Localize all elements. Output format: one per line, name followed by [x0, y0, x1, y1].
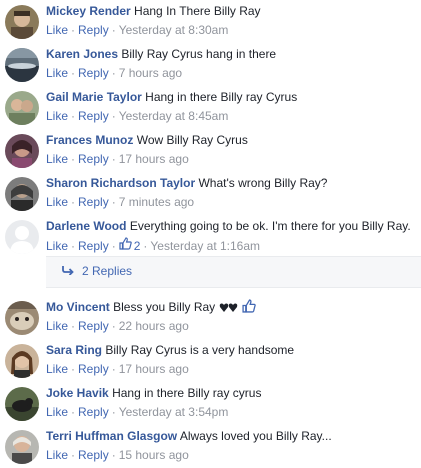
- like-link[interactable]: Like: [46, 448, 68, 462]
- comment-timestamp[interactable]: Yesterday at 3:54pm: [119, 405, 229, 419]
- comment-item: Karen Jones Billy Ray Cyrus hang in ther…: [0, 43, 421, 86]
- like-count-badge[interactable]: 2: [119, 237, 140, 254]
- comment-text: Hang in there Billy ray cyrus: [112, 386, 262, 400]
- comment-timestamp[interactable]: 7 minutes ago: [119, 195, 194, 209]
- reply-link[interactable]: Reply: [78, 239, 109, 253]
- avatar[interactable]: [5, 5, 39, 39]
- comment-item: Darlene Wood Everything going to be ok. …: [0, 215, 421, 258]
- separator-dot: ·: [71, 66, 76, 80]
- comment-item: Mo Vincent Bless you Billy Ray Like · Repl…: [0, 296, 421, 339]
- comment-text: Always loved you Billy Ray...: [179, 429, 332, 443]
- comment-item: Joke Havik Hang in there Billy ray cyrus…: [0, 382, 421, 425]
- separator-dot: ·: [111, 66, 116, 80]
- separator-dot: ·: [143, 239, 148, 253]
- comment-author[interactable]: Darlene Wood: [46, 219, 126, 233]
- separator-dot: ·: [71, 448, 76, 462]
- comment-timestamp[interactable]: Yesterday at 8:30am: [119, 23, 229, 37]
- comment-text: Hang in there Billy ray Cyrus: [145, 90, 298, 104]
- reply-link[interactable]: Reply: [78, 195, 109, 209]
- like-link[interactable]: Like: [46, 195, 68, 209]
- separator-dot: ·: [111, 448, 116, 462]
- like-link[interactable]: Like: [46, 362, 68, 376]
- separator-dot: ·: [111, 23, 116, 37]
- hearts-emoji-icon: [219, 301, 239, 313]
- comment-text: Billy Ray Cyrus is a very handsome: [105, 343, 295, 357]
- separator-dot: ·: [71, 195, 76, 209]
- separator-dot: ·: [111, 405, 116, 419]
- comment-text: Bless you Billy Ray: [113, 300, 216, 314]
- separator-dot: ·: [111, 109, 116, 123]
- reply-link[interactable]: Reply: [78, 362, 109, 376]
- like-link[interactable]: Like: [46, 152, 68, 166]
- like-link[interactable]: Like: [46, 109, 68, 123]
- separator-dot: ·: [71, 319, 76, 333]
- comment-author[interactable]: Karen Jones: [46, 47, 118, 61]
- comment-item: Frances Munoz Wow Billy Ray Cyrus Like · R…: [0, 129, 421, 172]
- like-link[interactable]: Like: [46, 23, 68, 37]
- separator-dot: ·: [111, 195, 116, 209]
- reply-link[interactable]: Reply: [78, 23, 109, 37]
- comment-author[interactable]: Mickey Render: [46, 4, 131, 18]
- reply-link[interactable]: Reply: [78, 405, 109, 419]
- thumbs-up-emoji-icon: [242, 299, 256, 313]
- avatar[interactable]: [5, 91, 39, 125]
- separator-dot: ·: [111, 239, 116, 253]
- separator-dot: ·: [71, 239, 76, 253]
- comment-text: What's wrong Billy Ray?: [198, 176, 328, 190]
- separator-dot: ·: [111, 152, 116, 166]
- avatar[interactable]: [5, 430, 39, 464]
- like-link[interactable]: Like: [46, 405, 68, 419]
- separator-dot: ·: [71, 405, 76, 419]
- comment-timestamp[interactable]: 22 hours ago: [119, 319, 189, 333]
- comment-item: Sharon Richardson Taylor What's wrong Bi…: [0, 172, 421, 215]
- comment-timestamp[interactable]: Yesterday at 1:16am: [150, 239, 260, 253]
- reply-arrow-icon: [62, 264, 74, 278]
- separator-dot: ·: [111, 362, 116, 376]
- avatar[interactable]: [5, 387, 39, 421]
- like-link[interactable]: Like: [46, 66, 68, 80]
- separator-dot: ·: [71, 152, 76, 166]
- comment-timestamp[interactable]: 7 hours ago: [119, 66, 182, 80]
- separator-dot: ·: [71, 23, 76, 37]
- comment-author[interactable]: Sharon Richardson Taylor: [46, 176, 195, 190]
- comment-text: Wow Billy Ray Cyrus: [136, 133, 248, 147]
- thumbs-up-icon: [119, 237, 132, 254]
- replies-label: 2 Replies: [82, 264, 133, 278]
- separator-dot: ·: [111, 319, 116, 333]
- reply-link[interactable]: Reply: [78, 109, 109, 123]
- replies-container: 2 Replies: [46, 256, 421, 288]
- avatar[interactable]: [5, 177, 39, 211]
- reply-link[interactable]: Reply: [78, 152, 109, 166]
- comment-author[interactable]: Gail Marie Taylor: [46, 90, 142, 104]
- avatar[interactable]: [5, 134, 39, 168]
- like-link[interactable]: Like: [46, 319, 68, 333]
- comment-item: Sara Ring Billy Ray Cyrus is a very hand…: [0, 339, 421, 382]
- avatar[interactable]: [5, 301, 39, 335]
- avatar[interactable]: [5, 344, 39, 378]
- comment-timestamp[interactable]: 17 hours ago: [119, 362, 189, 376]
- comment-item: Mickey Render Hang In There Billy Ray Li…: [0, 0, 421, 43]
- avatar[interactable]: [5, 48, 39, 82]
- reply-link[interactable]: Reply: [78, 319, 109, 333]
- comment-text: Billy Ray Cyrus hang in there: [121, 47, 277, 61]
- comment-author[interactable]: Mo Vincent: [46, 300, 110, 314]
- comment-item: Terri Huffman Glasgow Always loved you B…: [0, 425, 421, 468]
- comment-author[interactable]: Terri Huffman Glasgow: [46, 429, 177, 443]
- comment-author[interactable]: Sara Ring: [46, 343, 102, 357]
- comment-timestamp[interactable]: 17 hours ago: [119, 152, 189, 166]
- view-replies-link[interactable]: 2 Replies: [62, 264, 132, 278]
- reply-link[interactable]: Reply: [78, 448, 109, 462]
- comment-author[interactable]: Joke Havik: [46, 386, 109, 400]
- comment-timestamp[interactable]: Yesterday at 8:45am: [119, 109, 229, 123]
- like-link[interactable]: Like: [46, 239, 68, 253]
- avatar[interactable]: [5, 220, 39, 254]
- separator-dot: ·: [71, 362, 76, 376]
- comment-timestamp[interactable]: 15 hours ago: [119, 448, 189, 462]
- comment-author[interactable]: Frances Munoz: [46, 133, 133, 147]
- comment-text: Hang In There Billy Ray: [134, 4, 261, 18]
- comment-item: Gail Marie Taylor Hang in there Billy ra…: [0, 86, 421, 129]
- comment-text: Everything going to be ok. I'm there for…: [129, 219, 411, 233]
- reply-link[interactable]: Reply: [78, 66, 109, 80]
- separator-dot: ·: [71, 109, 76, 123]
